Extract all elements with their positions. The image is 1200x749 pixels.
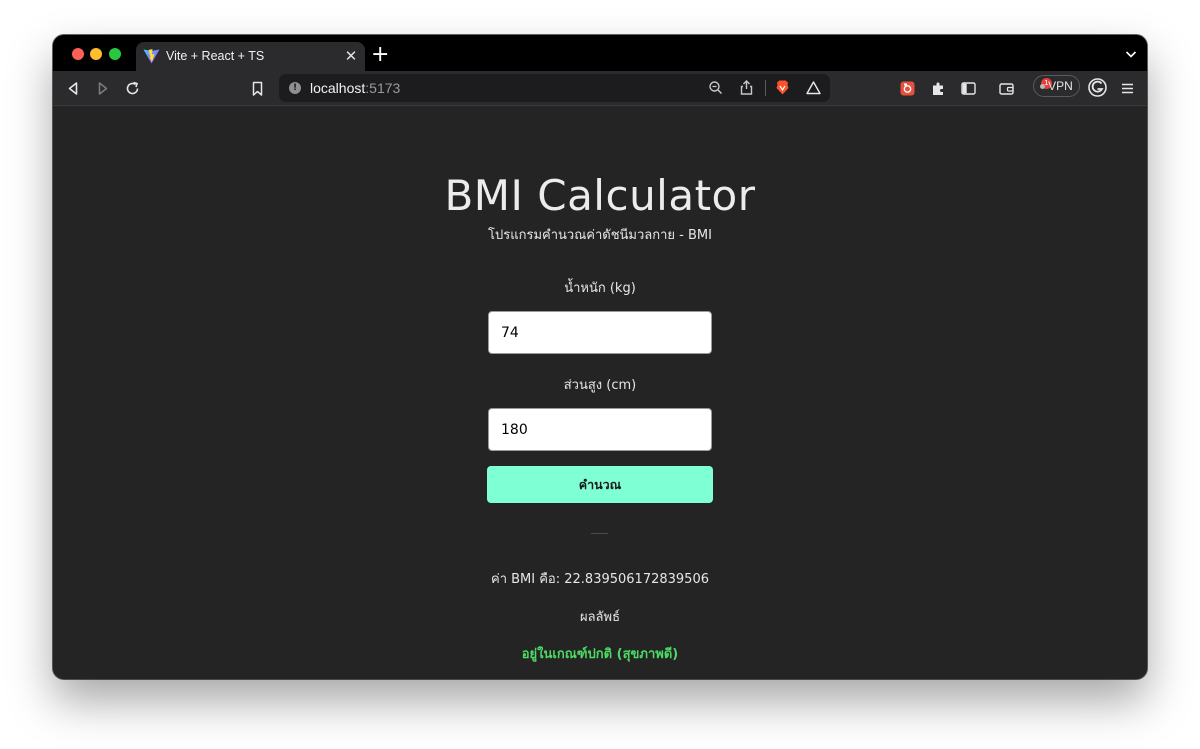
brave-shields-icon[interactable] (774, 79, 791, 96)
new-tab-button[interactable]: + (371, 44, 389, 66)
weight-label: น้ำหนัก (kg) (564, 281, 636, 296)
weight-input[interactable] (488, 311, 712, 354)
url-divider (765, 80, 766, 96)
height-label: ส่วนสูง (cm) (563, 378, 637, 393)
page-subtitle: โปรแกรมคำนวณค่าดัชนีมวลกาย - BMI (488, 228, 712, 243)
result-status: อยู่ในเกณฑ์ปกติ (สุขภาพดี) (521, 647, 679, 662)
address-bar[interactable]: ! localhost:5173 1 (279, 74, 1052, 102)
height-input[interactable] (488, 408, 712, 451)
bmi-result: ค่า BMI คือ: 22.839506172839506 (491, 572, 709, 587)
close-tab-icon[interactable]: ✕ (343, 48, 359, 64)
site-info-icon[interactable]: ! (289, 82, 301, 94)
zoom-icon[interactable] (707, 79, 724, 96)
active-tab[interactable]: Vite + React + TS ✕ (136, 42, 365, 71)
vpn-button[interactable]: VPN (1033, 75, 1080, 97)
share-icon[interactable] (738, 79, 755, 96)
close-window-button[interactable] (72, 48, 84, 60)
url-text[interactable]: localhost:5173 (310, 80, 400, 96)
tab-strip: Vite + React + TS ✕ + (53, 35, 1147, 71)
profile-avatar-icon[interactable] (1088, 78, 1107, 97)
wallet-icon[interactable] (998, 80, 1015, 97)
brave-rewards-icon[interactable] (805, 79, 822, 96)
divider (591, 533, 608, 534)
vite-logo-icon (143, 49, 160, 64)
bookmark-icon[interactable] (249, 80, 266, 97)
sidebar-toggle-icon[interactable] (960, 80, 977, 97)
zoom-window-button[interactable] (109, 48, 121, 60)
browser-window: Vite + React + TS ✕ + ! localhost:5173 1… (53, 35, 1147, 679)
menu-icon[interactable] (1119, 80, 1136, 97)
chevron-down-icon[interactable] (1125, 49, 1137, 59)
forward-icon[interactable] (94, 80, 111, 97)
page-title: BMI Calculator (444, 171, 756, 220)
extension-camera-icon[interactable] (899, 80, 916, 97)
result-heading: ผลลัพธ์ (579, 610, 621, 625)
tab-title: Vite + React + TS (166, 49, 265, 63)
reload-icon[interactable] (124, 80, 141, 97)
minimize-window-button[interactable] (90, 48, 102, 60)
page-content: BMI Calculator โปรแกรมคำนวณค่าดัชนีมวลกา… (53, 107, 1147, 679)
browser-toolbar: ! localhost:5173 1 VPN (53, 71, 1147, 106)
extensions-puzzle-icon[interactable] (930, 80, 947, 97)
calculate-button[interactable]: คำนวณ (487, 466, 713, 503)
back-icon[interactable] (65, 80, 82, 97)
